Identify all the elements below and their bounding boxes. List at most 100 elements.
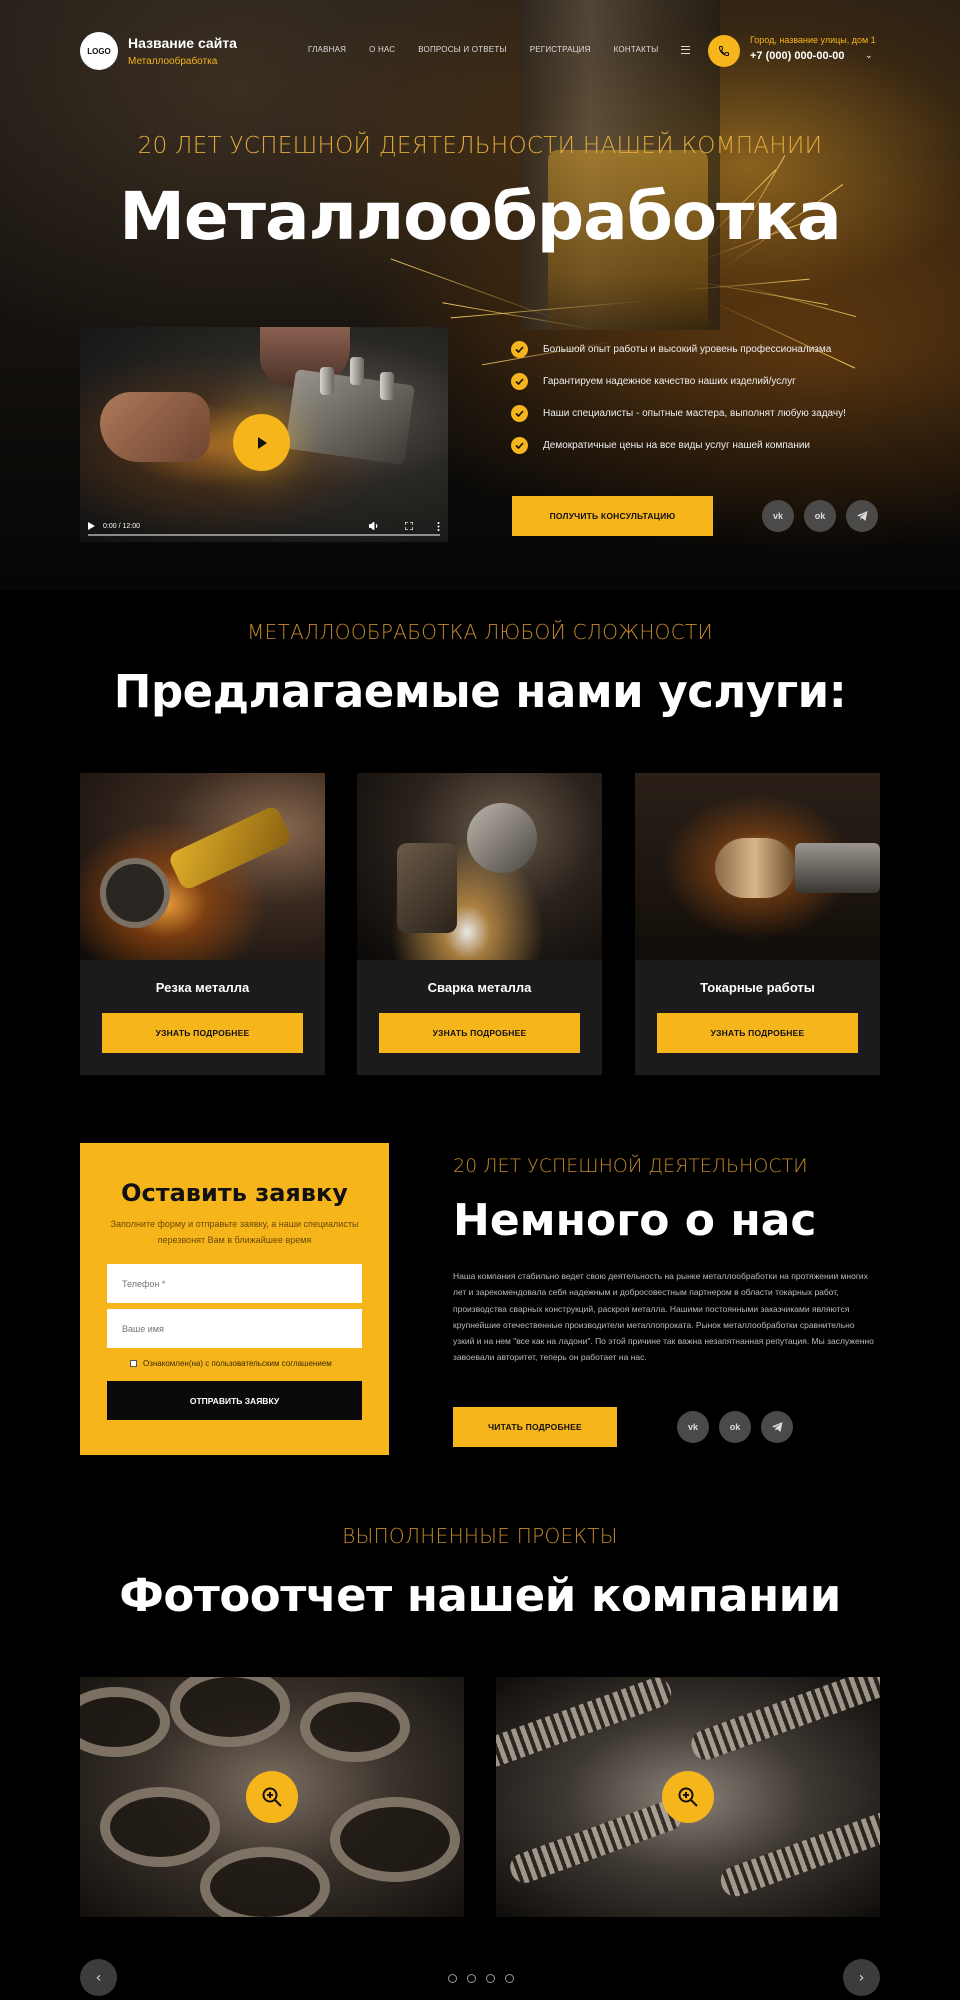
logo[interactable]: LOGO <box>80 32 118 70</box>
gear-part <box>716 1803 880 1901</box>
fullscreen-icon[interactable] <box>405 522 413 530</box>
site-header: LOGO Название сайта Металлообработка Гла… <box>80 30 880 74</box>
video-progress-bar[interactable] <box>88 534 440 536</box>
play-icon <box>257 436 267 449</box>
benefit-item: Гарантируем надежное качество наших изде… <box>511 372 891 391</box>
welding-mask <box>467 803 537 873</box>
video-controls: 0:00 / 12:00 <box>88 517 440 536</box>
nav-link-home[interactable]: Главная <box>308 45 346 54</box>
service-image-cutting <box>80 773 325 960</box>
about-text: Наша компания стабильно ведет свою деяте… <box>453 1271 874 1363</box>
learn-more-button[interactable]: Узнать подробнее <box>102 1013 303 1053</box>
hero-title: Металлообработка <box>119 178 841 255</box>
odnoklassniki-icon[interactable]: ok <box>719 1411 751 1443</box>
phone-number[interactable]: +7 (000) 000-00-00 <box>750 50 844 62</box>
nav-link-faq[interactable]: Вопросы и ответы <box>418 45 506 54</box>
vk-icon[interactable]: vk <box>677 1411 709 1443</box>
benefit-text: Большой опыт работы и высокий уровень пр… <box>543 344 832 355</box>
form-title: Оставить заявку <box>121 1179 348 1207</box>
project-photo-bearings[interactable] <box>80 1677 464 1917</box>
about-title: Немного о нас <box>453 1195 817 1246</box>
benefit-item: Демократичные цены на все виды услуг наш… <box>511 436 891 455</box>
video-hand-left <box>100 392 210 462</box>
ring-part <box>330 1797 460 1882</box>
form-description: Заполните форму и отправьте заявку, а на… <box>110 1219 359 1245</box>
video-knob <box>350 357 364 385</box>
zoom-in-icon <box>262 1787 282 1807</box>
get-consultation-button[interactable]: Получить консультацию <box>512 496 713 536</box>
read-more-button[interactable]: Читать подробнее <box>453 1407 617 1447</box>
gear-part <box>506 1797 686 1887</box>
video-player[interactable]: 0:00 / 12:00 <box>80 327 448 542</box>
zoom-button[interactable] <box>662 1771 714 1823</box>
carousel-next-button[interactable]: › <box>843 1959 880 1996</box>
volume-icon[interactable] <box>369 522 379 530</box>
zoom-in-icon <box>678 1787 698 1807</box>
play-button[interactable] <box>233 414 290 471</box>
site-name[interactable]: Название сайта <box>128 35 237 51</box>
ring-part <box>170 1677 290 1747</box>
gear-part <box>496 1677 676 1771</box>
telegram-icon[interactable] <box>846 500 878 532</box>
address-text: Город, название улицы, дом 1 <box>750 35 876 45</box>
learn-more-button[interactable]: Узнать подробнее <box>657 1013 858 1053</box>
name-input[interactable] <box>107 1309 362 1348</box>
check-icon <box>511 373 528 390</box>
hero-subtitle: 20 ЛЕТ УСПЕШНОЙ ДЕЯТЕЛЬНОСТИ НАШЕЙ КОМПА… <box>137 133 823 159</box>
check-icon <box>511 341 528 358</box>
zoom-button[interactable] <box>246 1771 298 1823</box>
projects-title: Фотоотчет нашей компании <box>119 1569 841 1622</box>
carousel-dot[interactable] <box>486 1974 495 1983</box>
phone-input[interactable] <box>107 1264 362 1303</box>
service-image-turning <box>635 773 880 960</box>
project-photo-gears[interactable] <box>496 1677 880 1917</box>
video-knob <box>380 372 394 400</box>
consent-checkbox[interactable] <box>130 1360 137 1367</box>
carousel-dot[interactable] <box>448 1974 457 1983</box>
submit-request-button[interactable]: Отправить заявку <box>107 1381 362 1420</box>
menu-icon[interactable] <box>681 45 691 54</box>
nav-link-about[interactable]: О нас <box>369 45 395 54</box>
check-icon <box>511 405 528 422</box>
nav-link-contacts[interactable]: Контакты <box>614 45 659 54</box>
about-subtitle: 20 ЛЕТ УСПЕШНОЙ ДЕЯТЕЛЬНОСТИ <box>453 1155 808 1177</box>
check-icon <box>511 437 528 454</box>
ring-part <box>200 1847 330 1917</box>
service-image-welding <box>357 773 602 960</box>
carousel-dot[interactable] <box>467 1974 476 1983</box>
ring-part <box>100 1787 220 1867</box>
telegram-icon[interactable] <box>761 1411 793 1443</box>
spark-line <box>739 285 857 318</box>
gear-part <box>687 1677 880 1764</box>
benefit-item: Большой опыт работы и высокий уровень пр… <box>511 340 891 359</box>
video-time: 0:00 / 12:00 <box>103 522 140 530</box>
learn-more-button[interactable]: Узнать подробнее <box>379 1013 580 1053</box>
grinder-body <box>167 804 293 892</box>
video-knob <box>320 367 334 395</box>
benefit-text: Наши специалисты - опытные мастера, выпо… <box>543 408 846 419</box>
service-name: Резка металла <box>155 980 250 995</box>
hero-section: LOGO Название сайта Металлообработка Гла… <box>0 0 960 590</box>
more-options-icon[interactable] <box>437 521 440 531</box>
vk-icon[interactable]: vk <box>762 500 794 532</box>
carousel-dot[interactable] <box>505 1974 514 1983</box>
service-card-turning: Токарные работы Узнать подробнее <box>635 773 880 1075</box>
carousel-prev-button[interactable]: ‹ <box>80 1959 117 1996</box>
consent-checkbox-label[interactable]: Ознакомлен(на) с пользовательским соглаш… <box>130 1359 332 1368</box>
lathe-chuck <box>795 843 880 893</box>
benefit-text: Гарантируем надежное качество наших изде… <box>543 376 796 387</box>
grinder-disc <box>100 858 170 928</box>
video-play-icon[interactable] <box>88 522 95 530</box>
nav-link-registration[interactable]: Регистрация <box>530 45 591 54</box>
chevron-down-icon[interactable]: ⌄ <box>865 51 873 61</box>
service-card-cutting: Резка металла Узнать подробнее <box>80 773 325 1075</box>
phone-call-button[interactable] <box>708 35 740 67</box>
projects-subtitle: ВЫПОЛНЕННЫЕ ПРОЕКТЫ <box>342 1524 618 1548</box>
service-name: Токарные работы <box>700 980 815 995</box>
ring-part <box>300 1692 410 1762</box>
benefit-item: Наши специалисты - опытные мастера, выпо… <box>511 404 891 423</box>
odnoklassniki-icon[interactable]: ok <box>804 500 836 532</box>
services-title: Предлагаемые нами услуги: <box>113 665 847 718</box>
consent-text: Ознакомлен(на) с пользовательским соглаш… <box>143 1359 332 1368</box>
benefit-text: Демократичные цены на все виды услуг наш… <box>543 440 811 451</box>
